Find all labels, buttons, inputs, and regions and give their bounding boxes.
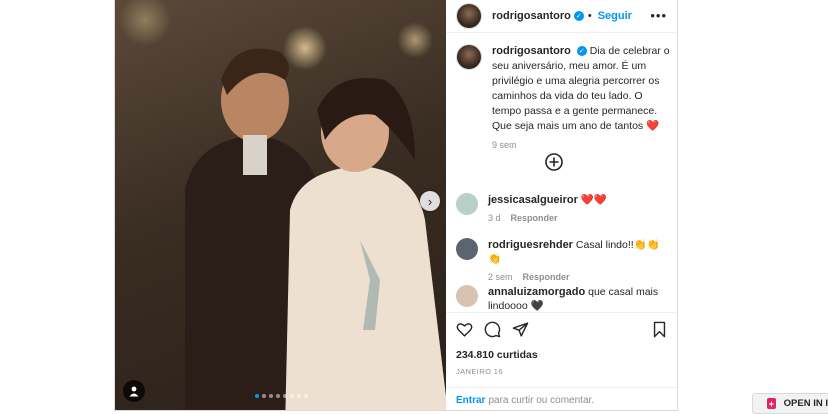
comment-icon[interactable] [484, 321, 501, 338]
post-header: rodrigosantoro ✓ • Seguir ••• [446, 0, 677, 33]
reply-button[interactable]: Responder [511, 213, 558, 223]
carousel-dot [276, 394, 280, 398]
app-badge-icon: + [767, 398, 776, 409]
carousel-indicator [255, 394, 308, 398]
carousel-dot [290, 394, 294, 398]
commenter-username[interactable]: annaluizamorgado [488, 286, 585, 298]
login-prompt-text: para curtir ou comentar. [488, 394, 595, 406]
chevron-right-icon: › [427, 193, 433, 209]
carousel-dot [304, 394, 308, 398]
commenter-avatar[interactable] [456, 285, 478, 307]
caption-author-avatar[interactable] [456, 44, 482, 70]
carousel-dot [262, 394, 266, 398]
carousel-dot [269, 394, 273, 398]
post-actions: 234.810 curtidas JANEIRO 16 Entrar para … [446, 312, 677, 411]
comment-time[interactable]: 2 sem [488, 272, 513, 282]
post-photo[interactable]: › [115, 0, 446, 410]
post-sidebar: rodrigosantoro ✓ • Seguir ••• rodrigosan… [446, 0, 677, 410]
verified-badge-icon: ✓ [573, 11, 584, 21]
share-icon[interactable] [512, 321, 529, 338]
woman-figure [285, 78, 446, 410]
heart-icon[interactable] [456, 321, 473, 338]
tagged-users-button[interactable] [123, 380, 145, 402]
commenter-avatar[interactable] [456, 238, 478, 260]
comment-item: jessicasalgueiror ❤️❤️ 3 d Responder [456, 193, 671, 225]
carousel-dot [283, 394, 287, 398]
caption-timestamp[interactable]: 9 sem [492, 138, 671, 153]
caption-username[interactable]: rodrigosantoro [492, 45, 571, 57]
more-options-icon[interactable]: ••• [650, 8, 667, 23]
author-username[interactable]: rodrigosantoro [492, 10, 571, 22]
comment-item: annaluizamorgado que casal mais lindoooo… [456, 285, 671, 313]
carousel-dot [255, 394, 259, 398]
carousel-dot [297, 394, 301, 398]
comment-text: ❤️❤️ [580, 194, 607, 206]
author-avatar[interactable] [456, 3, 482, 29]
post-caption: rodrigosantoro ✓ Dia de celebrar o seu a… [456, 44, 671, 153]
post-date[interactable]: JANEIRO 16 [456, 367, 503, 376]
comment-item: rodriguesrehder Casal lindo!!👏👏👏 2 sem Re… [456, 238, 671, 284]
bookmark-icon[interactable] [652, 321, 667, 338]
tag-user-icon [129, 386, 139, 397]
caption-text: Dia de celebrar o seu aniversário, meu a… [492, 45, 670, 132]
login-link[interactable]: Entrar [456, 395, 485, 406]
instagram-post: › rodrigosantoro ✓ • Seguir ••• rodrigos… [114, 0, 678, 411]
separator-dot: • [587, 10, 592, 22]
comment-time[interactable]: 3 d [488, 213, 501, 223]
commenter-username[interactable]: jessicasalgueiror [488, 194, 578, 206]
open-in-label: OPEN IN I [783, 398, 828, 409]
likes-count[interactable]: 234.810 curtidas [456, 349, 538, 361]
reply-button[interactable]: Responder [523, 272, 570, 282]
commenter-username[interactable]: rodriguesrehder [488, 239, 573, 251]
commenter-avatar[interactable] [456, 193, 478, 215]
next-slide-button[interactable]: › [420, 191, 440, 211]
comment-login-prompt: Entrar para curtir ou comentar. [446, 387, 677, 412]
verified-badge-icon: ✓ [576, 46, 587, 57]
open-in-app-button[interactable]: + OPEN IN I [752, 393, 828, 414]
follow-button[interactable]: Seguir [598, 10, 632, 22]
add-comment-plus-icon[interactable] [544, 152, 564, 172]
